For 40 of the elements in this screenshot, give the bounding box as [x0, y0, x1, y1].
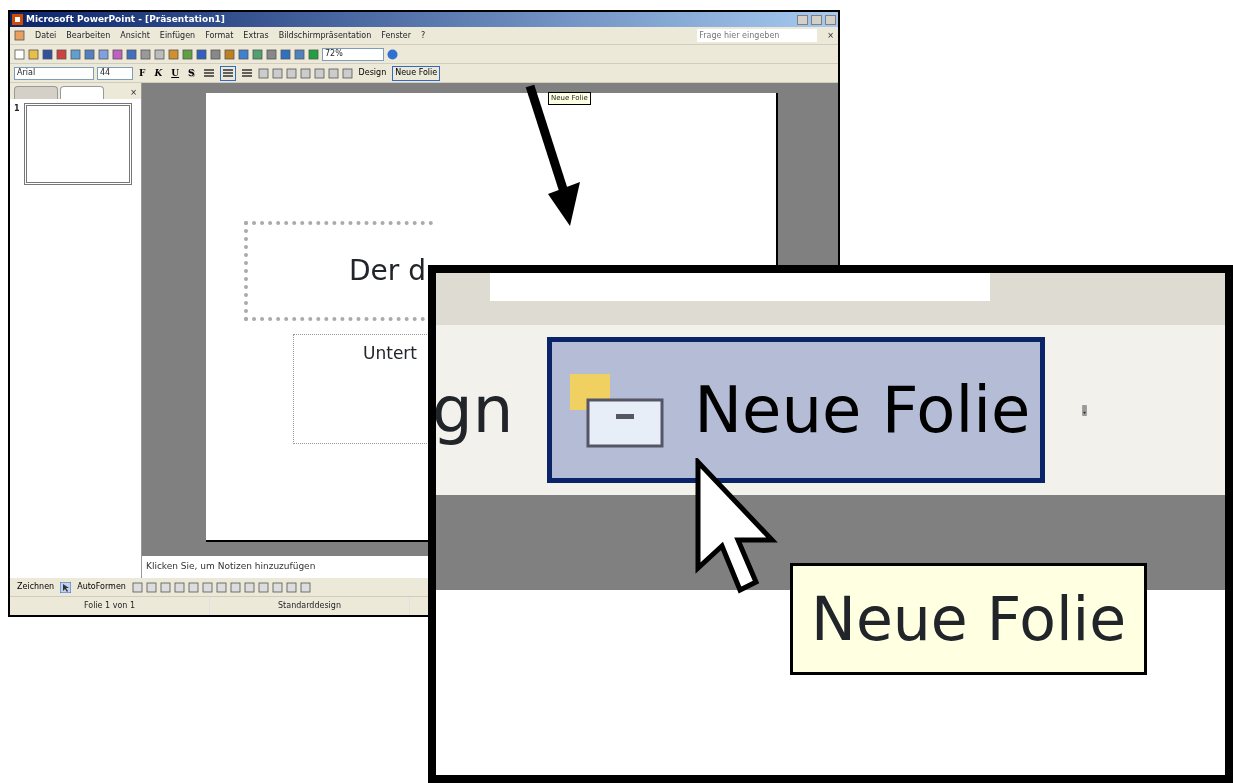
align-button[interactable] — [219, 65, 236, 81]
slide-thumbnail[interactable] — [23, 103, 132, 185]
close-document-button[interactable]: × — [827, 29, 834, 42]
menu-item[interactable]: ? — [420, 29, 426, 42]
menu-item[interactable]: Ansicht — [120, 29, 150, 42]
format-button[interactable]: U — [168, 66, 183, 80]
help-search-field[interactable]: Frage hier eingeben — [697, 29, 818, 42]
window-title: Microsoft PowerPoint - [Präsentation1] — [26, 12, 226, 26]
menu-item[interactable]: Fenster — [381, 29, 411, 42]
menu-item[interactable]: Einfügen — [159, 29, 196, 42]
close-pane-button[interactable]: × — [130, 87, 137, 99]
drawing-menu-button[interactable]: Zeichnen — [14, 579, 58, 595]
menu-item[interactable]: Format — [205, 29, 234, 42]
pane-tab[interactable] — [14, 86, 58, 99]
menu-item[interactable]: Bearbeiten — [66, 29, 111, 42]
new-slide-button[interactable]: Neue Folie — [547, 337, 1046, 483]
app-icon[interactable] — [12, 14, 23, 25]
pointer-icon[interactable] — [60, 581, 72, 593]
autoshapes-button[interactable]: AutoFormen — [74, 579, 129, 595]
status-text: Folie 1 von 1 — [83, 600, 136, 612]
toolbar-button[interactable]: Design — [355, 65, 390, 81]
tooltip: Neue Folie — [790, 563, 1148, 675]
slide-number: 1 — [14, 103, 20, 115]
menu-item[interactable]: Bildschirmpräsentation — [278, 29, 372, 42]
pane-tab[interactable] — [60, 86, 104, 99]
slide-subtitle: Untert — [363, 342, 417, 365]
format-button[interactable]: S — [185, 66, 198, 80]
format-button[interactable]: K — [151, 66, 166, 80]
help-icon[interactable] — [387, 48, 398, 60]
toolbar-button[interactable]: Neue Folie — [392, 65, 441, 81]
font-size-combo[interactable]: 44 — [97, 66, 133, 80]
zoom-combo[interactable]: 72% — [322, 47, 384, 61]
slide-title: Der d — [349, 253, 426, 289]
menu-item[interactable]: Extras — [243, 29, 269, 42]
menu-item[interactable]: Datei — [35, 29, 57, 42]
status-text: Standarddesign — [278, 600, 341, 612]
mouse-cursor-icon — [695, 458, 778, 594]
format-button[interactable]: F — [136, 66, 149, 80]
font-combo[interactable]: Arial — [14, 66, 94, 80]
subtitle-placeholder[interactable]: Untert — [293, 334, 427, 444]
